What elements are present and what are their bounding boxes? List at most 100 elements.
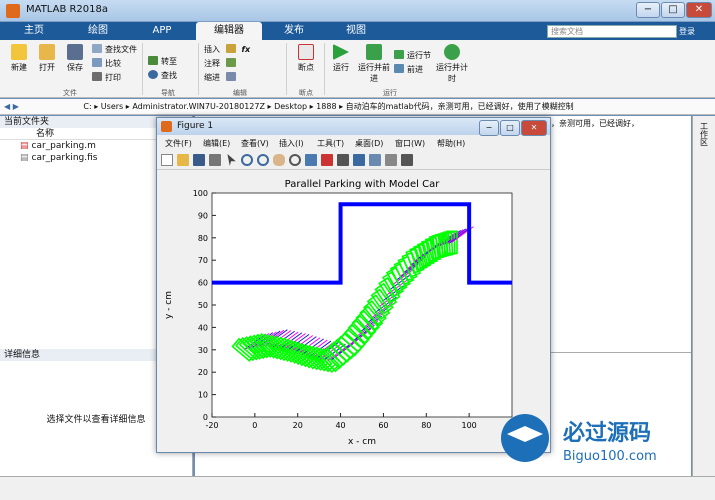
y-tick-label: 20 bbox=[198, 368, 208, 377]
path-segment[interactable]: Administrator.WIN7U-20180127Z bbox=[132, 102, 265, 111]
maximize-button[interactable]: □ bbox=[661, 2, 685, 18]
ribbon-separator bbox=[142, 43, 143, 95]
advance-button[interactable]: 前进 bbox=[394, 64, 431, 76]
y-tick-label: 80 bbox=[198, 234, 208, 243]
tab-view[interactable]: 视图 bbox=[326, 22, 386, 40]
indent-button[interactable]: 缩进 bbox=[204, 72, 250, 84]
open-button[interactable]: 打开 bbox=[34, 44, 60, 73]
run-advance-button[interactable]: 运行并前进 bbox=[358, 44, 390, 84]
menu-help[interactable]: 帮助(H) bbox=[437, 138, 465, 149]
save-icon[interactable] bbox=[193, 154, 205, 166]
tab-editor[interactable]: 编辑器 bbox=[196, 22, 262, 40]
y-tick-label: 70 bbox=[198, 256, 208, 265]
print-button[interactable]: 打印 bbox=[92, 72, 137, 84]
new-button[interactable]: 新建 bbox=[6, 44, 32, 73]
data-cursor-icon[interactable] bbox=[305, 154, 317, 166]
open-label: 打开 bbox=[39, 63, 55, 72]
find-label: 查找 bbox=[161, 71, 177, 80]
figure-close-button[interactable]: ✕ bbox=[521, 120, 547, 136]
x-tick-label: 40 bbox=[335, 421, 345, 430]
tab-publish[interactable]: 发布 bbox=[264, 22, 324, 40]
tab-plots[interactable]: 绘图 bbox=[68, 22, 128, 40]
run-advance-icon bbox=[366, 44, 382, 60]
menu-insert[interactable]: 插入(I) bbox=[279, 138, 304, 149]
find-files-button[interactable]: 查找文件 bbox=[92, 44, 137, 56]
find-files-label: 查找文件 bbox=[105, 45, 137, 54]
run-section-button[interactable]: 运行节 bbox=[394, 50, 431, 62]
path-segment[interactable]: 自动泊车的matlab代码，亲测可用，已经调好，使用了模糊控制 bbox=[346, 102, 574, 111]
search-docs-input[interactable]: 搜索文档 bbox=[547, 25, 677, 38]
close-button[interactable]: ✕ bbox=[686, 2, 712, 18]
path-segment[interactable]: Users bbox=[101, 102, 123, 111]
pan-hand-icon[interactable] bbox=[273, 154, 285, 166]
breakpoint-button[interactable]: 断点 bbox=[292, 44, 320, 73]
menu-window[interactable]: 窗口(W) bbox=[395, 138, 425, 149]
app-title: MATLAB R2018a bbox=[26, 4, 109, 15]
open-icon[interactable] bbox=[177, 154, 189, 166]
plot-area bbox=[211, 192, 513, 418]
print-icon bbox=[92, 72, 102, 81]
menu-desktop[interactable]: 桌面(D) bbox=[355, 138, 383, 149]
find-button[interactable]: 查找 bbox=[148, 70, 177, 82]
workspace-label[interactable]: 工作区 bbox=[699, 122, 710, 146]
print-icon[interactable] bbox=[209, 154, 221, 166]
save-button[interactable]: 保存 bbox=[62, 44, 88, 73]
goto-label: 转至 bbox=[161, 57, 177, 66]
zoom-in-icon[interactable] bbox=[241, 154, 253, 166]
ribbon-separator bbox=[198, 43, 199, 95]
group-breakpoint-label: 断点 bbox=[299, 89, 313, 97]
compare-button[interactable]: 比较 bbox=[92, 58, 137, 70]
insert-label: 插入 bbox=[204, 45, 220, 54]
login-button[interactable]: 登录 bbox=[679, 25, 713, 38]
run-button[interactable]: 运行 bbox=[328, 44, 354, 73]
run-label: 运行 bbox=[333, 63, 349, 72]
path-segment[interactable]: Desktop bbox=[274, 102, 307, 111]
comment-button[interactable]: 注释 bbox=[204, 58, 250, 70]
comment-label: 注释 bbox=[204, 59, 220, 68]
link-icon[interactable] bbox=[337, 154, 349, 166]
pointer-icon[interactable] bbox=[227, 154, 236, 166]
save-label: 保存 bbox=[67, 63, 83, 72]
editor-overlap-text: ，亲测可用，已经调好， bbox=[551, 119, 639, 128]
forward-arrow-icon[interactable]: ▶ bbox=[13, 102, 19, 111]
rotate-icon[interactable] bbox=[289, 154, 301, 166]
watermark-text: 必过源码 bbox=[563, 420, 651, 446]
path-segment[interactable]: 1888 bbox=[316, 102, 336, 111]
run-time-label: 运行并计时 bbox=[436, 63, 468, 83]
menu-tools[interactable]: 工具(T) bbox=[317, 138, 344, 149]
x-tick-label: 60 bbox=[378, 421, 388, 430]
menu-view[interactable]: 查看(V) bbox=[241, 138, 269, 149]
brush-icon[interactable] bbox=[321, 154, 333, 166]
path-segment[interactable]: C: bbox=[83, 102, 91, 111]
hide-tools-icon[interactable] bbox=[385, 154, 397, 166]
tab-home[interactable]: 主页 bbox=[4, 22, 64, 40]
run-time-button[interactable]: 运行并计时 bbox=[436, 44, 468, 84]
legend-icon[interactable] bbox=[369, 154, 381, 166]
print-label: 打印 bbox=[105, 73, 121, 82]
m-file-icon: ▤ bbox=[20, 141, 29, 151]
watermark-url: Biguo100.com bbox=[563, 449, 657, 464]
tab-apps[interactable]: APP bbox=[132, 22, 192, 40]
menu-file[interactable]: 文件(F) bbox=[165, 138, 192, 149]
show-tools-icon[interactable] bbox=[401, 154, 413, 166]
figure-maximize-button[interactable]: □ bbox=[500, 120, 520, 136]
new-figure-icon[interactable] bbox=[161, 154, 173, 166]
y-tick-label: 10 bbox=[198, 391, 208, 400]
minimize-button[interactable]: − bbox=[636, 2, 660, 18]
y-axis-label: y - cm bbox=[164, 291, 174, 319]
zoom-out-icon[interactable] bbox=[257, 154, 269, 166]
fx-button[interactable]: fx bbox=[242, 45, 251, 54]
insert-button[interactable]: 插入 fx bbox=[204, 44, 250, 56]
file-name: car_parking.fis bbox=[31, 153, 98, 163]
figure-title-bar: Figure 1 − □ ✕ bbox=[157, 118, 550, 136]
compare-label: 比较 bbox=[105, 59, 121, 68]
menu-edit[interactable]: 编辑(E) bbox=[203, 138, 230, 149]
back-arrow-icon[interactable]: ◀ bbox=[4, 102, 10, 111]
y-tick-label: 30 bbox=[198, 346, 208, 355]
y-tick-label: 100 bbox=[193, 189, 208, 198]
folder-open-icon bbox=[39, 44, 55, 60]
goto-button[interactable]: 转至 bbox=[148, 56, 177, 68]
colorbar-icon[interactable] bbox=[353, 154, 365, 166]
figure-minimize-button[interactable]: − bbox=[479, 120, 499, 136]
run-section-icon bbox=[394, 50, 404, 59]
